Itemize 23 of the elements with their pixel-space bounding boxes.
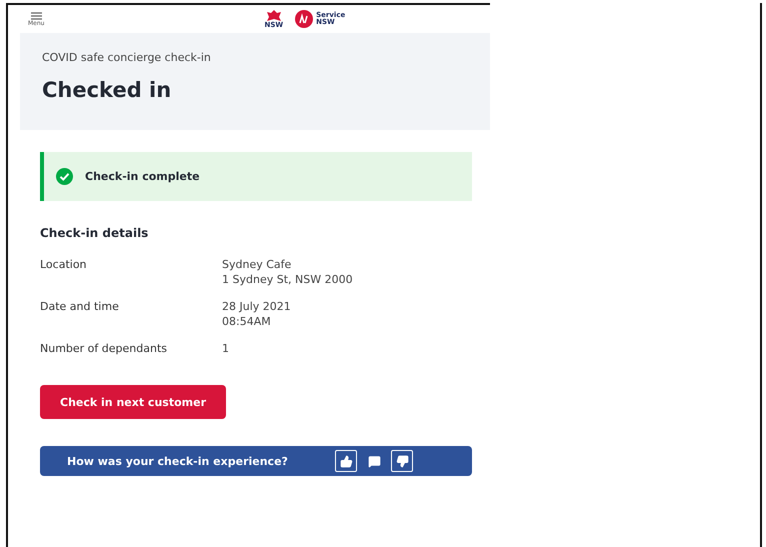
comment-icon (368, 454, 380, 468)
detail-label: Number of dependants (40, 342, 168, 355)
check-in-button[interactable]: Check in next customer (40, 385, 226, 419)
waratah-icon (266, 10, 282, 22)
detail-label: Date and time (40, 300, 120, 315)
logo-icon (295, 10, 314, 28)
menu-icon (30, 12, 42, 20)
thumbs-up-icon (340, 454, 352, 468)
thumbs-down-icon (396, 454, 408, 468)
detail-value: 1 Sydney St, NSW 2000 (222, 273, 354, 286)
detail-value: 08:54AM (222, 315, 272, 328)
detail-value: Sydney Cafe (222, 258, 292, 271)
detail-value: 28 July 2021 (222, 300, 292, 313)
thumbs-up-button[interactable] (335, 450, 357, 472)
check-circle-icon (56, 168, 73, 185)
banner-subtitle: COVID safe concierge check-in (42, 51, 212, 64)
page-title: Checked in (42, 78, 172, 102)
alert-text: Check-in complete (85, 170, 200, 183)
detail-value: 1 (222, 342, 230, 355)
thumbs-down-button[interactable] (391, 450, 413, 472)
feedback-question: How was your check-in experience? (67, 454, 289, 468)
section-heading: Check-in details (40, 226, 150, 240)
detail-label: Location (40, 258, 88, 273)
